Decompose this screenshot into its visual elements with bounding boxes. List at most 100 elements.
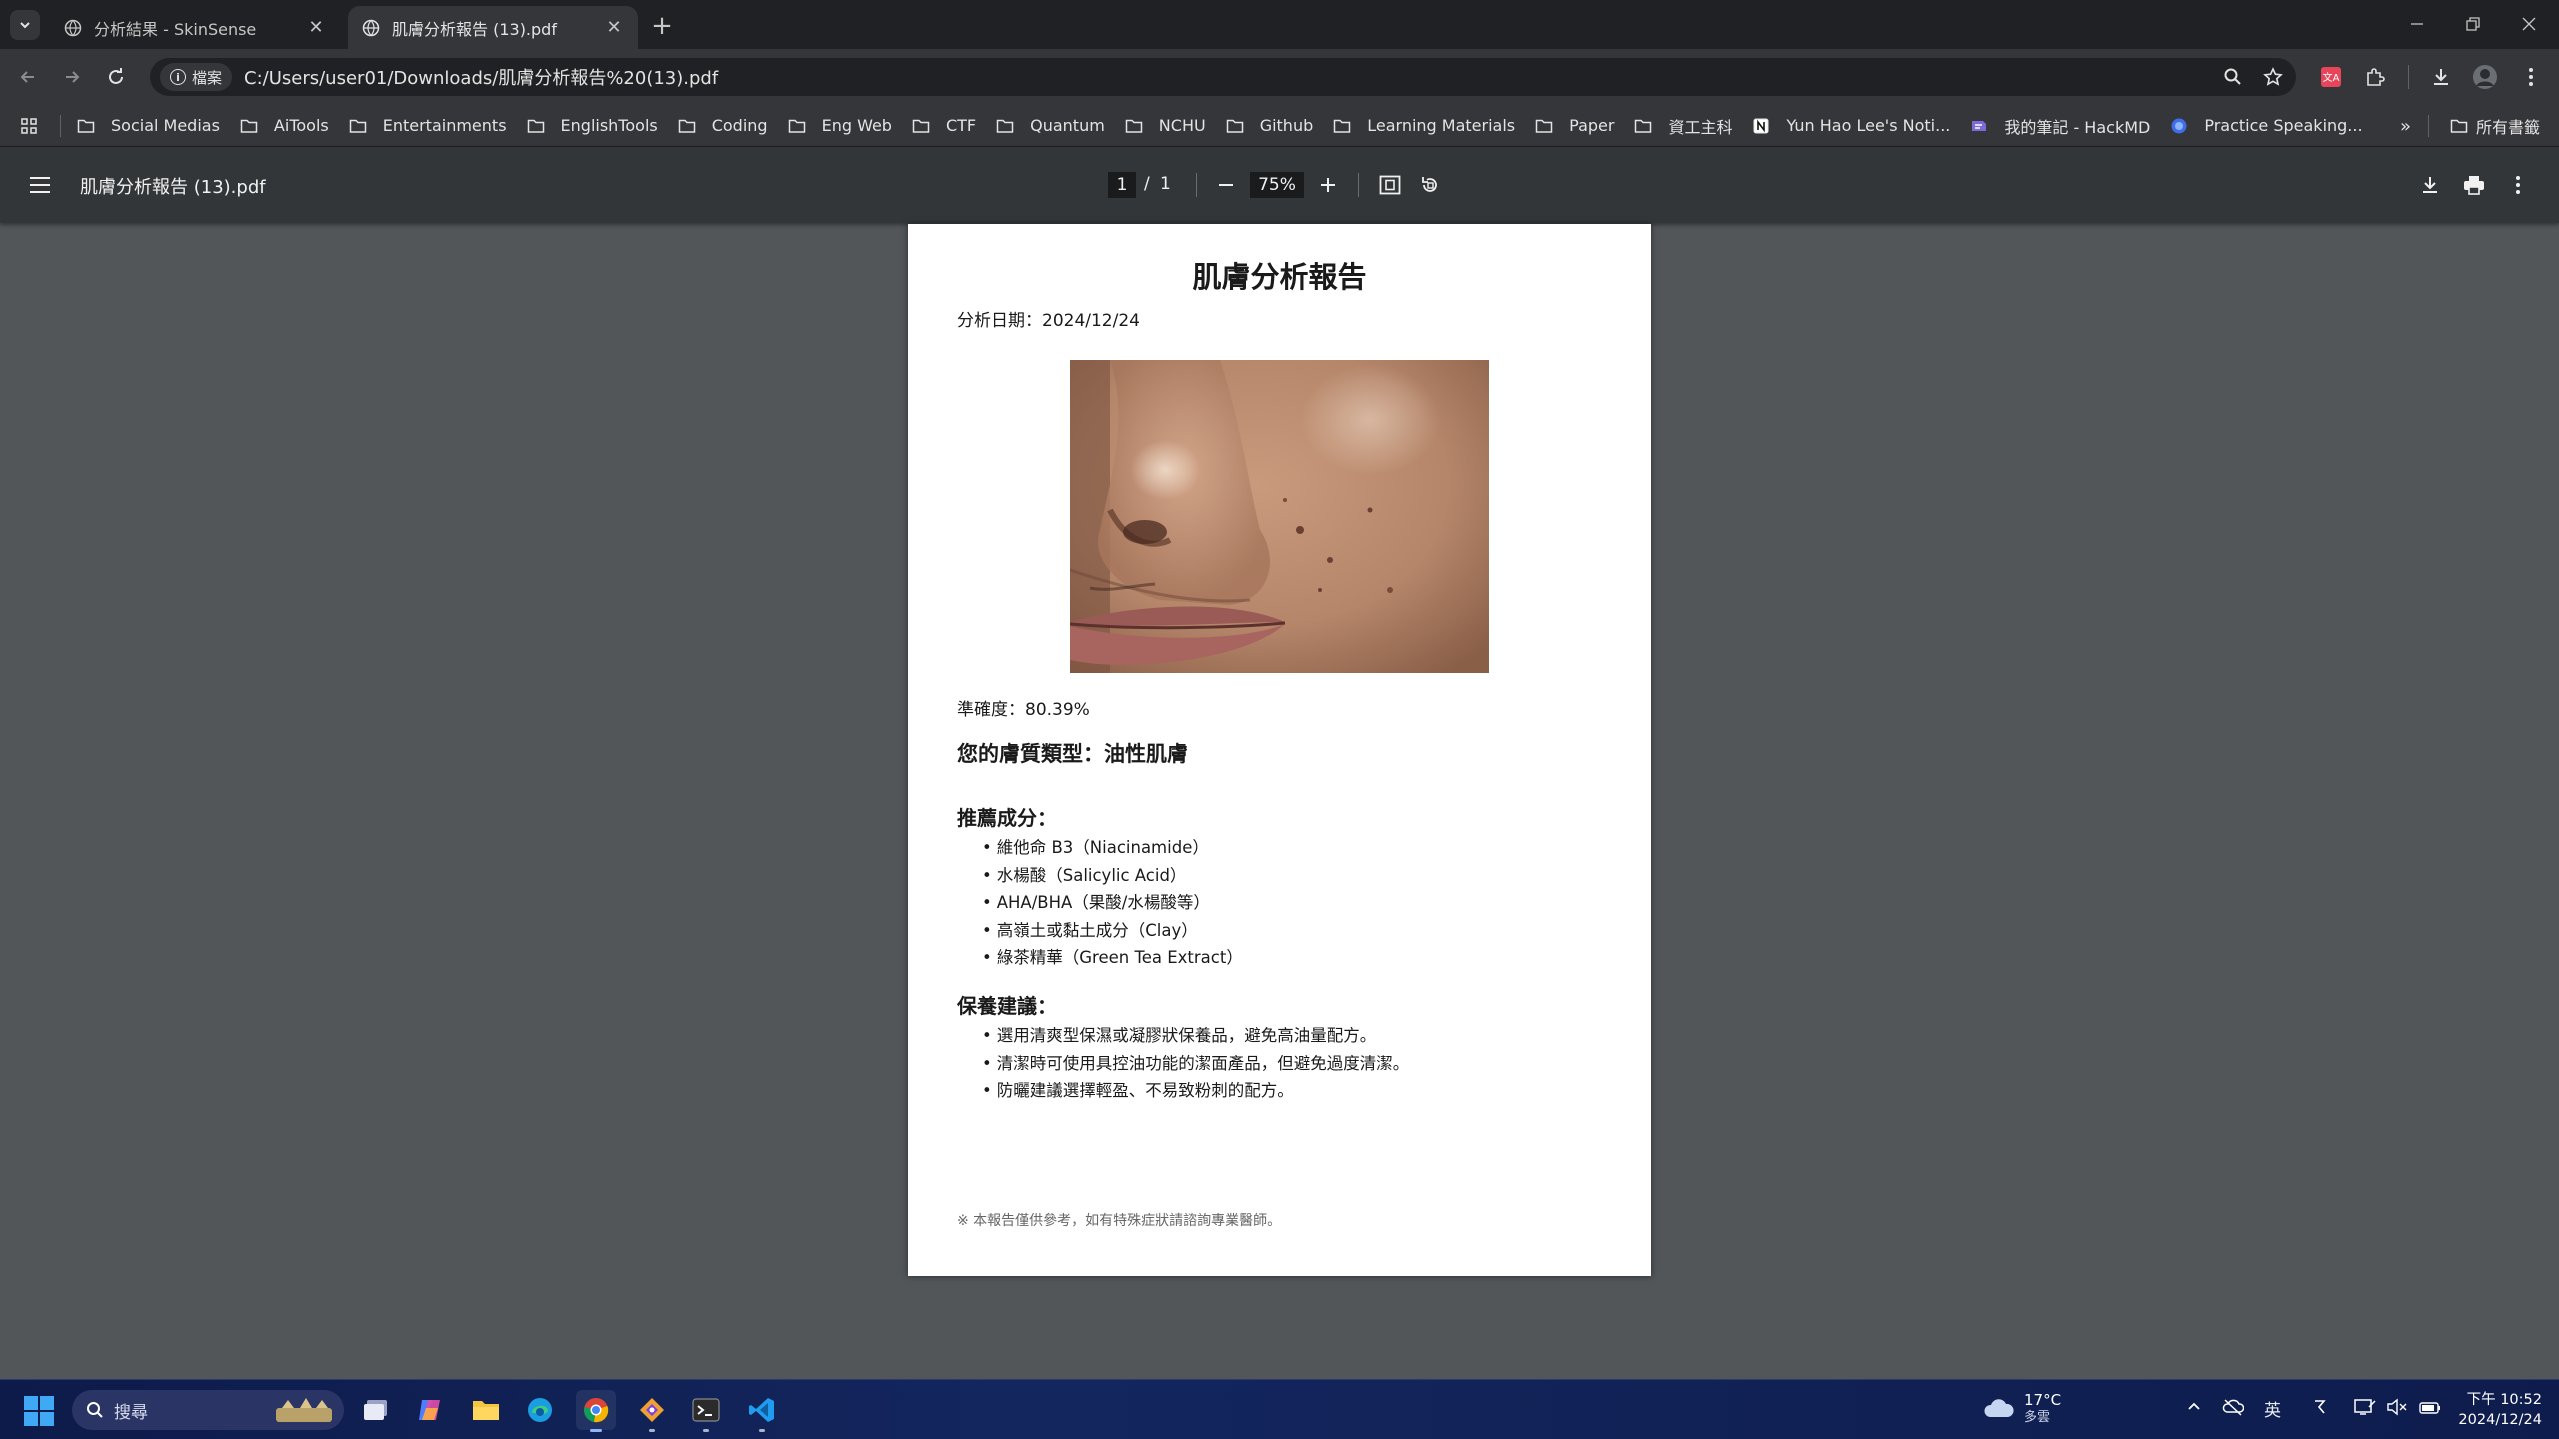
file-explorer-app[interactable] — [466, 1390, 506, 1430]
close-window-button[interactable] — [2511, 8, 2547, 40]
disclaimer-note: ※ 本報告僅供參考，如有特殊症狀請諮詢專業醫師。 — [957, 1213, 1282, 1229]
terminal-app[interactable] — [686, 1390, 726, 1432]
bookmark-item[interactable]: Paper — [1525, 110, 1624, 142]
toolbar-divider — [2408, 65, 2409, 89]
bookmark-item[interactable]: Social Medias — [67, 110, 230, 142]
folder-icon — [1333, 118, 1359, 134]
bookmark-item[interactable]: Eng Web — [778, 110, 902, 142]
puzzle-icon — [2367, 68, 2385, 86]
bookmark-item[interactable]: Github — [1216, 110, 1324, 142]
extensions-button[interactable] — [2360, 62, 2390, 92]
edge-app[interactable] — [520, 1390, 560, 1430]
bookmark-item[interactable]: 資工主科 — [1624, 110, 1742, 142]
bookmark-label: Yun Hao Lee's Noti... — [1786, 116, 1951, 135]
analysis-date: 分析日期：2024/12/24 — [957, 311, 1140, 331]
bookmark-item[interactable]: NCHU — [1115, 110, 1216, 142]
profile-avatar[interactable] — [2470, 62, 2500, 92]
bookmark-label: NCHU — [1158, 116, 1206, 135]
bookmark-item[interactable]: AiTools — [230, 110, 339, 142]
zoom-level-input[interactable]: 75% — [1250, 172, 1304, 198]
running-indicator — [759, 1429, 765, 1432]
battery-tray[interactable] — [2418, 1398, 2442, 1421]
minus-icon — [1219, 184, 1233, 186]
clock-date: 2024/12/24 — [2458, 1412, 2542, 1428]
restore-icon — [2466, 17, 2480, 31]
arrow-right-icon — [66, 71, 80, 83]
download-icon — [2434, 69, 2448, 85]
ime-mode-button[interactable] — [2312, 1398, 2328, 1421]
forward-button[interactable] — [56, 61, 88, 93]
address-bar[interactable]: i 檔案 C:/Users/user01/Downloads/肌膚分析報告%20… — [150, 58, 2296, 96]
page-number-input[interactable]: 1 — [1108, 172, 1136, 198]
list-item: 選用清爽型保濕或凝膠狀保養品，避免高油量配方。 — [982, 1022, 1409, 1050]
notion-icon — [1752, 117, 1778, 135]
pdf-page: 肌膚分析報告 分析日期：2024/12/24 準確度：80.39% 您的膚質類型… — [908, 224, 1651, 1276]
downloads-button[interactable] — [2426, 62, 2456, 92]
apps-button[interactable] — [0, 110, 60, 142]
bookmark-item[interactable]: Yun Hao Lee's Noti... — [1742, 110, 1960, 142]
all-bookmarks-button[interactable]: 所有書籤 — [2440, 110, 2550, 142]
bookmark-item[interactable]: Coding — [668, 110, 778, 142]
minimize-button[interactable] — [2399, 8, 2435, 40]
reload-button[interactable] — [100, 61, 132, 93]
tab-title: 分析結果 - SkinSense — [94, 19, 257, 39]
bookmark-item[interactable]: 我的筆記 - HackMD — [1960, 110, 2160, 142]
zoom-in-button[interactable] — [1312, 169, 1344, 201]
system-clock[interactable]: 下午 10:52 2024/12/24 — [2458, 1390, 2542, 1430]
onedrive-tray[interactable] — [2222, 1398, 2245, 1421]
site-info-chip[interactable]: i 檔案 — [160, 63, 233, 91]
start-button[interactable] — [24, 1396, 54, 1426]
zoom-out-button[interactable] — [1210, 169, 1242, 201]
git-app[interactable] — [632, 1390, 672, 1432]
vscode-icon — [749, 1398, 774, 1422]
rotate-button[interactable] — [1414, 169, 1446, 201]
restore-button[interactable] — [2455, 8, 2491, 40]
tab-search-button[interactable] — [10, 10, 40, 40]
bookmark-item[interactable]: Entertainments — [339, 110, 517, 142]
more-bookmarks-button[interactable]: » — [2390, 110, 2421, 142]
git-icon — [640, 1398, 664, 1422]
minimize-icon — [2411, 23, 2423, 25]
new-tab-button[interactable]: + — [648, 11, 676, 41]
tab-pdf[interactable]: 肌膚分析報告 (13).pdf ✕ — [348, 6, 638, 49]
bookmark-item[interactable]: Practice Speaking... — [2160, 110, 2372, 142]
taskbar-search[interactable]: 搜尋 — [72, 1390, 344, 1430]
bookmark-item[interactable]: Quantum — [986, 110, 1115, 142]
folder-icon — [1634, 118, 1660, 134]
extension-translate-button[interactable]: 文A — [2316, 62, 2346, 92]
zoom-button[interactable] — [2218, 62, 2248, 92]
pdf-toolbar: 肌膚分析報告 (13).pdf 1 / 1 75% — [0, 147, 2559, 223]
folder-icon — [1535, 118, 1561, 134]
pdf-download-button[interactable] — [2414, 169, 2446, 201]
network-tray[interactable] — [2354, 1398, 2376, 1421]
bookmark-item[interactable]: Learning Materials — [1323, 110, 1525, 142]
more-vert-icon — [2529, 68, 2533, 86]
volume-tray[interactable] — [2386, 1398, 2408, 1421]
weather-widget[interactable]: 17°C 多雲 — [1982, 1392, 2061, 1426]
pdf-print-button[interactable] — [2458, 169, 2490, 201]
search-icon — [87, 1402, 103, 1418]
tab-close-icon[interactable]: ✕ — [604, 17, 624, 38]
ime-indicator[interactable]: 英 — [2264, 1396, 2281, 1421]
tab-title: 肌膚分析報告 (13).pdf — [392, 19, 557, 39]
chrome-menu-button[interactable] — [2516, 62, 2546, 92]
pdf-sidebar-toggle[interactable] — [24, 169, 56, 201]
bookmark-item[interactable]: CTF — [902, 110, 986, 142]
fit-page-button[interactable] — [1374, 169, 1406, 201]
task-view-button[interactable] — [356, 1390, 396, 1430]
folder-icon — [996, 118, 1022, 134]
back-button[interactable] — [12, 61, 44, 93]
url-text[interactable]: C:/Users/user01/Downloads/肌膚分析報告%20(13).… — [244, 64, 718, 90]
tab-skinsense[interactable]: 分析結果 - SkinSense ✕ — [50, 6, 340, 49]
show-hidden-icons-button[interactable] — [2186, 1398, 2202, 1419]
copilot-app[interactable] — [410, 1390, 450, 1430]
vscode-app[interactable] — [742, 1390, 782, 1432]
bookmark-item[interactable]: EnglishTools — [517, 110, 668, 142]
chrome-app[interactable] — [576, 1390, 616, 1432]
zoom-icon — [2224, 68, 2241, 85]
pdf-more-button[interactable] — [2502, 169, 2534, 201]
tab-close-icon[interactable]: ✕ — [306, 17, 326, 38]
bookmark-star-button[interactable] — [2258, 62, 2288, 92]
pdf-file-title: 肌膚分析報告 (13).pdf — [80, 177, 266, 198]
folder-icon — [349, 118, 375, 134]
